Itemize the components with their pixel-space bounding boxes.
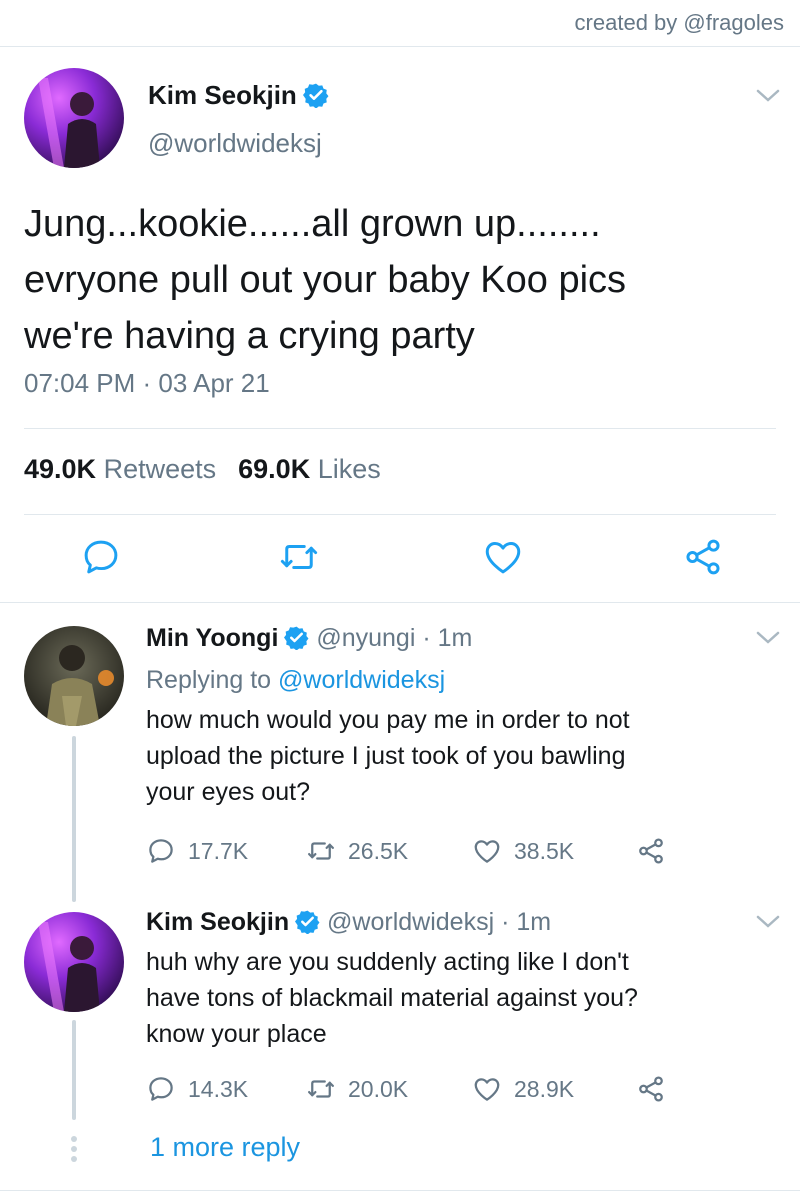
like-button[interactable]: 38.5K	[472, 834, 574, 868]
reply-button[interactable]: 14.3K	[146, 1072, 248, 1106]
section-divider	[0, 602, 800, 603]
verified-badge-icon	[284, 625, 309, 650]
retweets-stat[interactable]: 49.0K Retweets	[24, 454, 216, 484]
reply-author-handle[interactable]: @nyungi	[316, 624, 415, 652]
reply-text-line: how much would you pay me in order to no…	[146, 706, 630, 734]
divider	[24, 514, 776, 515]
credit-text: created by @fragoles	[574, 10, 784, 35]
retweet-icon[interactable]	[278, 536, 320, 578]
reply-author-name[interactable]: Min Yoongi	[146, 624, 278, 652]
reply-text-line: upload the picture I just took of you ba…	[146, 742, 626, 770]
avatar-min-yoongi[interactable]	[24, 626, 124, 726]
author-handle[interactable]: @worldwideksj	[148, 128, 322, 159]
reply-time: · 1m	[501, 908, 552, 936]
share-button[interactable]	[636, 1072, 678, 1106]
replying-to: Replying to @worldwideksj	[146, 666, 445, 695]
retweets-count: 49.0K	[24, 454, 97, 484]
like-icon	[474, 840, 500, 863]
chevron-down-icon[interactable]	[754, 628, 782, 648]
reply-author-name[interactable]: Kim Seokjin	[146, 908, 289, 936]
tweet-text-line: Jung...kookie......all grown up........	[24, 203, 601, 245]
retweet-count: 20.0K	[348, 1075, 409, 1102]
retweet-button[interactable]: 26.5K	[306, 834, 408, 868]
reply-header: Kim Seokjin @worldwideksj · 1m	[146, 908, 551, 937]
chevron-down-icon[interactable]	[754, 86, 782, 106]
reply-text-line: have tons of blackmail material against …	[146, 984, 638, 1012]
share-icon	[639, 1076, 663, 1102]
reply-count: 14.3K	[188, 1075, 249, 1102]
tweet-text: Jung...kookie......all grown up........ …	[24, 196, 784, 364]
reply-text-line: know your place	[146, 1020, 327, 1048]
top-divider	[0, 46, 800, 47]
avatar-kim-seokjin[interactable]	[24, 68, 124, 168]
retweet-icon	[308, 842, 334, 860]
reply-text: huh why are you suddenly acting like I d…	[146, 944, 706, 1052]
like-icon[interactable]	[482, 536, 524, 578]
reply-text-line: your eyes out?	[146, 778, 310, 806]
replying-to-link[interactable]: @worldwideksj	[278, 666, 445, 694]
like-count: 28.9K	[514, 1075, 575, 1102]
share-icon[interactable]	[682, 536, 724, 578]
thread-line	[72, 736, 76, 902]
reply-time: · 1m	[422, 624, 473, 652]
reply-count: 17.7K	[188, 837, 249, 864]
reply-text-line: huh why are you suddenly acting like I d…	[146, 948, 629, 976]
reply-header: Min Yoongi @nyungi · 1m	[146, 624, 472, 653]
author-name[interactable]: Kim Seokjin	[148, 80, 297, 110]
engagement-stats: 49.0K Retweets 69.0K Likes	[24, 454, 381, 485]
like-button[interactable]: 28.9K	[472, 1072, 574, 1106]
likes-label: Likes	[317, 454, 381, 484]
replying-to-label: Replying to	[146, 666, 272, 694]
author-name-row[interactable]: Kim Seokjin	[148, 80, 329, 111]
likes-count: 69.0K	[238, 454, 311, 484]
tweet-text-line: evryone pull out your baby Koo pics	[24, 259, 627, 301]
reply-actions: 17.7K 26.5K 38.5K	[146, 834, 706, 868]
tweet-text-line: we're having a crying party	[24, 315, 475, 357]
thread-dots	[71, 1136, 77, 1166]
reply-author-handle[interactable]: @worldwideksj	[327, 908, 494, 936]
verified-badge-icon	[295, 909, 320, 934]
reply-button[interactable]: 17.7K	[146, 834, 248, 868]
reply-icon	[149, 839, 173, 863]
thread-line	[72, 1020, 76, 1120]
like-count: 38.5K	[514, 837, 575, 864]
verified-badge-icon	[302, 82, 329, 108]
likes-stat[interactable]: 69.0K Likes	[238, 454, 381, 484]
bottom-divider	[0, 1190, 800, 1191]
tweet-timestamp[interactable]: 07:04 PM · 03 Apr 21	[24, 368, 270, 399]
like-icon	[474, 1078, 500, 1101]
share-button[interactable]	[636, 834, 678, 868]
retweet-icon	[308, 1080, 334, 1098]
reply-actions: 14.3K 20.0K 28.9K	[146, 1072, 706, 1106]
more-replies-link[interactable]: 1 more reply	[150, 1132, 300, 1163]
retweets-label: Retweets	[103, 454, 217, 484]
share-icon	[639, 838, 663, 864]
reply-icon[interactable]	[80, 536, 122, 578]
retweet-count: 26.5K	[348, 837, 409, 864]
chevron-down-icon[interactable]	[754, 912, 782, 932]
divider	[24, 428, 776, 429]
reply-icon	[149, 1077, 173, 1101]
retweet-button[interactable]: 20.0K	[306, 1072, 408, 1106]
reply-text: how much would you pay me in order to no…	[146, 702, 706, 810]
avatar-kim-seokjin[interactable]	[24, 912, 124, 1012]
